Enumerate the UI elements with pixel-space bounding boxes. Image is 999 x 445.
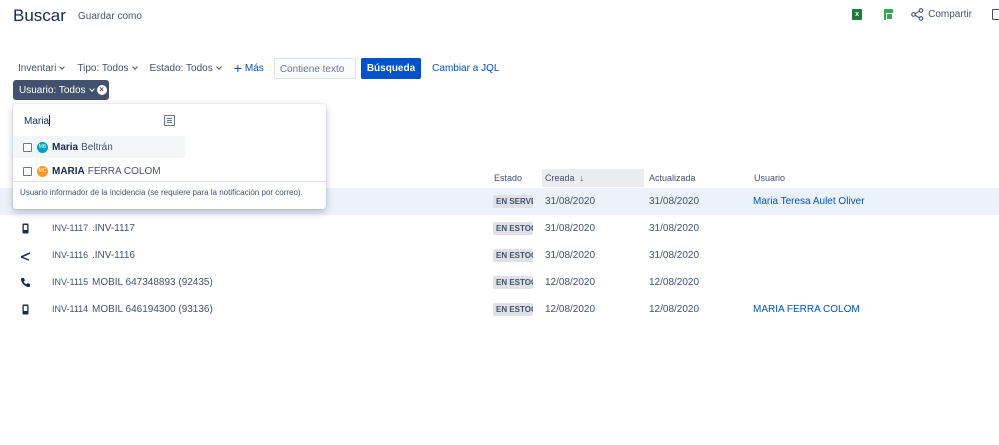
user-link[interactable]: Maria Teresa Aulet Oliver (753, 188, 865, 215)
issue-key[interactable]: INV-1116 (52, 242, 88, 269)
updated-cell: 31/08/2020 (649, 223, 700, 234)
status-cell: EN SERVEI (493, 188, 533, 215)
user-filter[interactable]: Usuario: Todos × (13, 80, 109, 100)
status-lozenge: EN SERVEI (493, 194, 533, 208)
user-option-checkbox[interactable] (23, 166, 32, 176)
created-cell: 31/08/2020 (545, 223, 596, 234)
share-icon (911, 8, 924, 21)
issue-summary[interactable]: .INV-1117 (92, 215, 135, 242)
user-option-match: Maria (52, 141, 79, 153)
export-menu-icon[interactable] (992, 9, 999, 20)
issue-key[interactable]: INV-1114 (52, 296, 88, 323)
save-as-link[interactable]: Guardar como (78, 11, 142, 22)
user-option[interactable]: MB Maria Beltrán (13, 136, 185, 158)
phone-device-icon (22, 304, 29, 315)
updated-cell: 31/08/2020 (649, 196, 700, 207)
project-filter[interactable]: Inventari (18, 62, 66, 74)
status-filter[interactable]: Estado: Todos (149, 62, 222, 74)
status-lozenge: EN ESTOC (493, 302, 533, 316)
chevron-down-icon (88, 85, 95, 92)
status-cell: EN ESTOC (493, 269, 533, 296)
issue-summary[interactable]: MOBIL 646194300 (93136) (92, 296, 213, 323)
phone-device-icon (22, 223, 29, 234)
created-cell: 12/08/2020 (545, 277, 596, 288)
user-link[interactable]: MARIA FERRA COLOM (753, 296, 860, 323)
user-option[interactable]: MC MARIA FERRA COLOM (13, 160, 185, 182)
user-filter-hint: Usuario informador de la incidencia (se … (13, 181, 326, 203)
user-filter-label: Usuario: Todos (19, 84, 86, 96)
telephone-icon (21, 278, 30, 287)
updated-cell: 12/08/2020 (649, 277, 700, 288)
column-estado[interactable]: Estado (491, 169, 522, 187)
chevron-down-icon (59, 63, 66, 70)
column-actualizada[interactable]: Actualizada (646, 169, 696, 187)
chevron-down-icon (131, 63, 138, 70)
top-actions: x Compartir (852, 8, 999, 21)
issue-key[interactable]: INV-1117 (52, 215, 88, 242)
google-sheets-export-icon[interactable] (884, 9, 894, 20)
user-option-checkbox[interactable] (23, 142, 32, 152)
created-cell: 31/08/2020 (545, 250, 596, 261)
chevron-down-icon (215, 63, 222, 70)
filter-bar: Inventari Tipo: Todos Estado: Todos + Más… (18, 57, 499, 79)
plus-icon: + (233, 60, 242, 76)
created-cell: 12/08/2020 (545, 304, 596, 315)
text-search-input[interactable]: Contiene texto (273, 57, 356, 79)
status-cell: EN ESTOC (493, 242, 533, 269)
updated-cell: 12/08/2020 (649, 304, 700, 315)
table-row[interactable]: INV-1115 MOBIL 647348893 (92435) EN ESTO… (0, 269, 999, 296)
more-filters-button[interactable]: + Más (233, 60, 264, 76)
share-label: Compartir (928, 9, 972, 20)
user-search-query: Maria (24, 116, 50, 127)
status-lozenge: EN ESTOC (493, 248, 533, 262)
status-filter-label: Estado: Todos (149, 62, 213, 74)
status-lozenge: EN ESTOC (493, 221, 533, 235)
switch-to-jql-link[interactable]: Cambiar a JQL (432, 63, 499, 74)
excel-export-icon[interactable]: x (852, 9, 863, 20)
more-filters-label: Más (244, 62, 264, 74)
status-cell: EN ESTOC (493, 296, 533, 323)
text-caret (49, 115, 51, 126)
status-cell: EN ESTOC (493, 215, 533, 242)
issue-summary[interactable]: MOBIL 647348893 (92435) (92, 269, 213, 296)
table-row[interactable]: INV-1117 .INV-1117 EN ESTOC 31/08/2020 3… (0, 215, 999, 242)
clear-selection-icon[interactable] (164, 115, 175, 126)
updated-cell: 31/08/2020 (649, 250, 700, 261)
clear-filter-icon[interactable]: × (96, 85, 107, 95)
table-row[interactable]: INV-1114 MOBIL 646194300 (93136) EN ESTO… (0, 296, 999, 323)
issue-key[interactable]: INV-1115 (52, 269, 88, 296)
user-search-input[interactable]: Maria (24, 115, 51, 127)
avatar: MC (37, 165, 48, 177)
table-row[interactable]: INV-1116 .INV-1116 EN ESTOC 31/08/2020 3… (0, 242, 999, 269)
project-filter-label: Inventari (18, 62, 57, 74)
user-filter-dropdown: Maria MB Maria Beltrán MC MARIA FERRA CO… (13, 104, 326, 209)
user-option-rest: Beltrán (81, 141, 113, 153)
share-button[interactable]: Compartir (911, 8, 972, 21)
status-lozenge: EN ESTOC (493, 275, 533, 289)
type-filter[interactable]: Tipo: Todos (77, 62, 138, 74)
column-creada[interactable]: Creada ↓ (542, 169, 644, 187)
column-usuario[interactable]: Usuario (751, 169, 785, 187)
search-button[interactable]: Búsqueda (360, 57, 422, 79)
type-filter-label: Tipo: Todos (77, 62, 129, 74)
sort-descending-icon: ↓ (579, 173, 585, 183)
created-cell: 31/08/2020 (545, 196, 596, 207)
page-title: Buscar (13, 6, 66, 25)
pen-icon (20, 252, 31, 261)
column-creada-label: Creada (545, 173, 575, 183)
issue-summary[interactable]: .INV-1116 (92, 242, 135, 269)
avatar: MB (37, 141, 48, 153)
user-option-match: MARIA (52, 165, 85, 177)
user-option-rest: FERRA COLOM (87, 165, 161, 177)
